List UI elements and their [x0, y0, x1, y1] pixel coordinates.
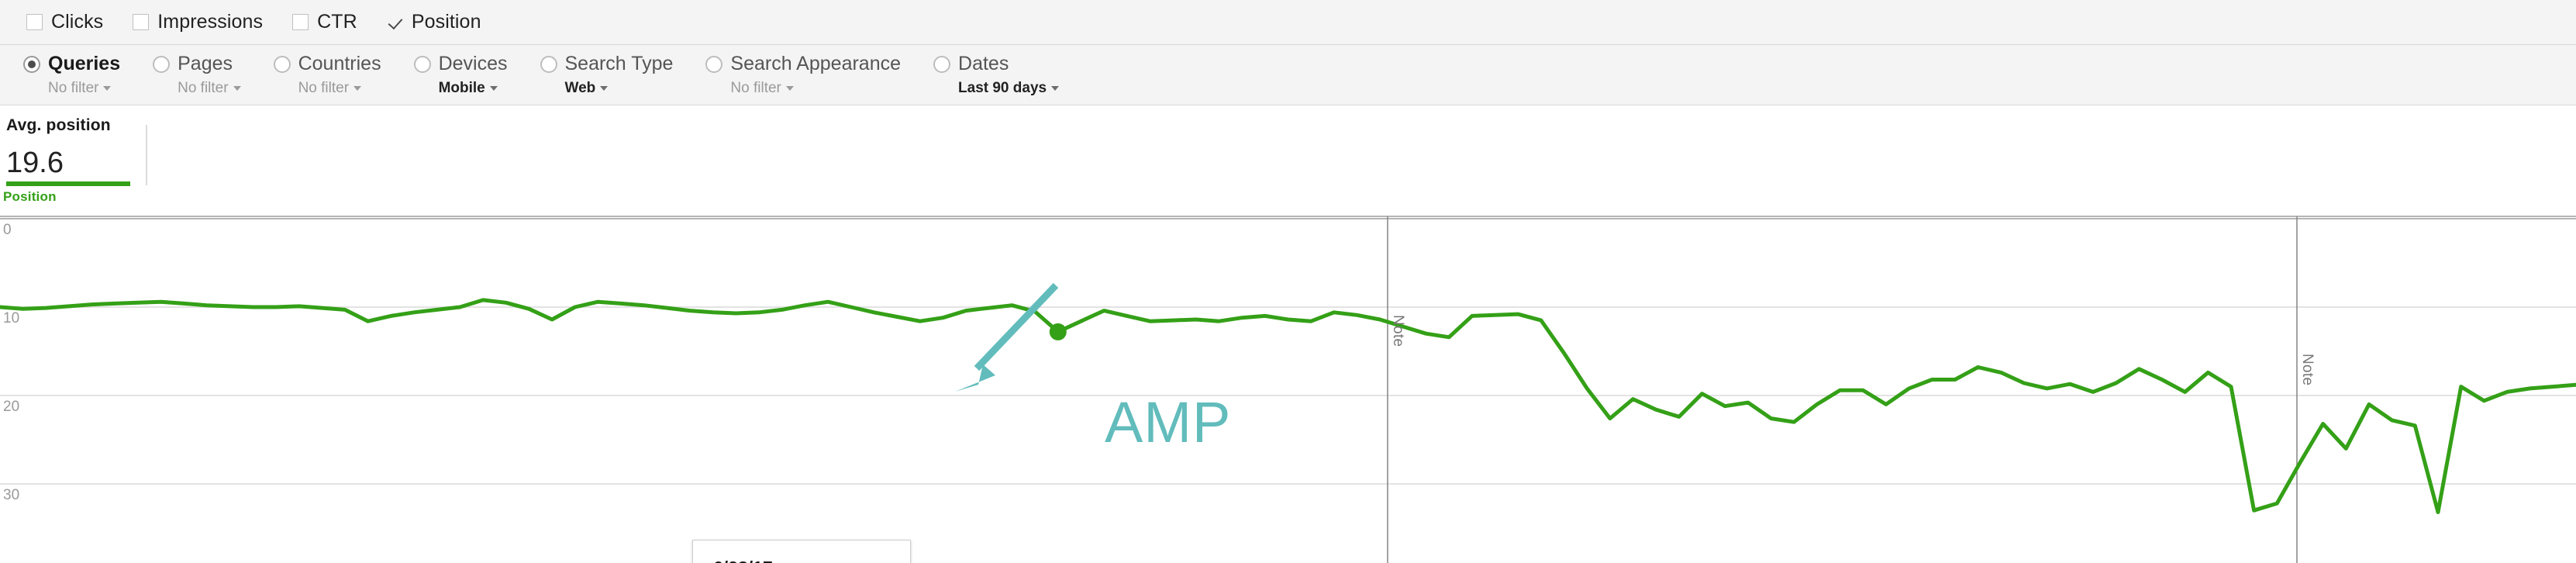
dimension-search-appearance[interactable]: Search Appearance No filter	[705, 53, 901, 97]
radio-icon[interactable]	[933, 56, 950, 73]
series-line-position	[0, 300, 2576, 513]
metric-toggle-ctr[interactable]: CTR	[292, 11, 357, 33]
metric-toggle-position[interactable]: Position	[387, 11, 481, 33]
dimension-label: Dates	[958, 53, 1059, 74]
dimension-filter-value: No filter	[48, 80, 98, 96]
dimension-filter-value: No filter	[298, 80, 349, 96]
metric-toggle-impressions[interactable]: Impressions	[133, 11, 263, 33]
dimension-countries[interactable]: Countries No filter	[274, 53, 381, 97]
dimension-filter-dropdown[interactable]: Web	[565, 80, 674, 97]
radio-icon[interactable]	[23, 56, 40, 73]
dimension-devices[interactable]: Devices Mobile	[414, 53, 508, 97]
metric-label: Clicks	[51, 11, 103, 33]
checkbox-icon[interactable]	[26, 14, 43, 30]
dimension-filter-value: Last 90 days	[958, 80, 1047, 96]
dimension-label: Countries	[298, 53, 381, 74]
checkbox-icon[interactable]	[292, 14, 309, 30]
note-marker-label[interactable]: Note	[2298, 354, 2316, 385]
dimension-filter-dropdown[interactable]: Mobile	[439, 80, 508, 97]
dimension-queries[interactable]: Queries No filter	[23, 53, 120, 97]
dimension-pages[interactable]: Pages No filter	[153, 53, 240, 97]
chart-tooltip: 6/28/17 Position: 12.8	[692, 540, 911, 563]
dimension-label: Queries	[48, 53, 120, 74]
radio-icon[interactable]	[540, 56, 557, 73]
amp-annotation-arrow	[955, 285, 1056, 392]
summary-accent-bar	[6, 181, 130, 186]
dimension-filter-value: Mobile	[439, 80, 485, 96]
chevron-down-icon	[1051, 86, 1059, 91]
dimension-label: Devices	[439, 53, 508, 74]
chart-legend-label: Position	[0, 189, 2576, 209]
metric-label: CTR	[317, 11, 357, 33]
position-chart: Position 0102030NoteNote AMP 6/28/17 Pos…	[0, 189, 2576, 563]
summary-card: Avg. position 19.6	[0, 105, 2576, 189]
dimension-filter-dropdown[interactable]: No filter	[730, 80, 901, 97]
chevron-down-icon	[490, 86, 498, 91]
radio-icon[interactable]	[414, 56, 431, 73]
summary-title: Avg. position	[6, 116, 2576, 135]
chevron-down-icon	[353, 86, 361, 91]
radio-icon[interactable]	[153, 56, 170, 73]
dimension-label: Pages	[178, 53, 240, 74]
checkbox-icon[interactable]	[133, 14, 149, 30]
radio-icon[interactable]	[274, 56, 291, 73]
dimension-label: Search Appearance	[730, 53, 901, 74]
summary-value: 19.6	[6, 147, 2576, 178]
dimension-search-type[interactable]: Search Type Web	[540, 53, 674, 97]
dimension-filter-dropdown[interactable]: No filter	[48, 80, 120, 97]
dimension-dates[interactable]: Dates Last 90 days	[933, 53, 1059, 97]
metric-label: Impressions	[157, 11, 263, 33]
metric-toggle-clicks[interactable]: Clicks	[26, 11, 103, 33]
check-icon[interactable]	[387, 14, 403, 30]
chevron-down-icon	[233, 86, 241, 91]
dimension-filter-bar: Queries No filter Pages No filter Countries N…	[0, 45, 2576, 105]
dimension-filter-value: No filter	[730, 80, 781, 96]
dimension-label: Search Type	[565, 53, 674, 74]
summary-divider	[146, 125, 147, 185]
metric-checkbox-bar: Clicks Impressions CTR Position	[0, 0, 2576, 45]
metric-label: Position	[412, 11, 481, 33]
dimension-filter-dropdown[interactable]: Last 90 days	[958, 80, 1059, 97]
radio-icon[interactable]	[705, 56, 722, 73]
dimension-filter-dropdown[interactable]: No filter	[298, 80, 381, 97]
chart-svg	[0, 209, 2576, 563]
tooltip-date: 6/28/17	[713, 558, 890, 563]
highlighted-data-point	[1050, 323, 1067, 340]
dimension-filter-value: Web	[565, 80, 596, 96]
chevron-down-icon	[103, 86, 111, 91]
chevron-down-icon	[600, 86, 608, 91]
chevron-down-icon	[786, 86, 794, 91]
dimension-filter-value: No filter	[178, 80, 228, 96]
chart-plot-area[interactable]: 0102030NoteNote	[0, 209, 2576, 563]
dimension-filter-dropdown[interactable]: No filter	[178, 80, 240, 97]
note-marker-label[interactable]: Note	[1389, 315, 1406, 347]
